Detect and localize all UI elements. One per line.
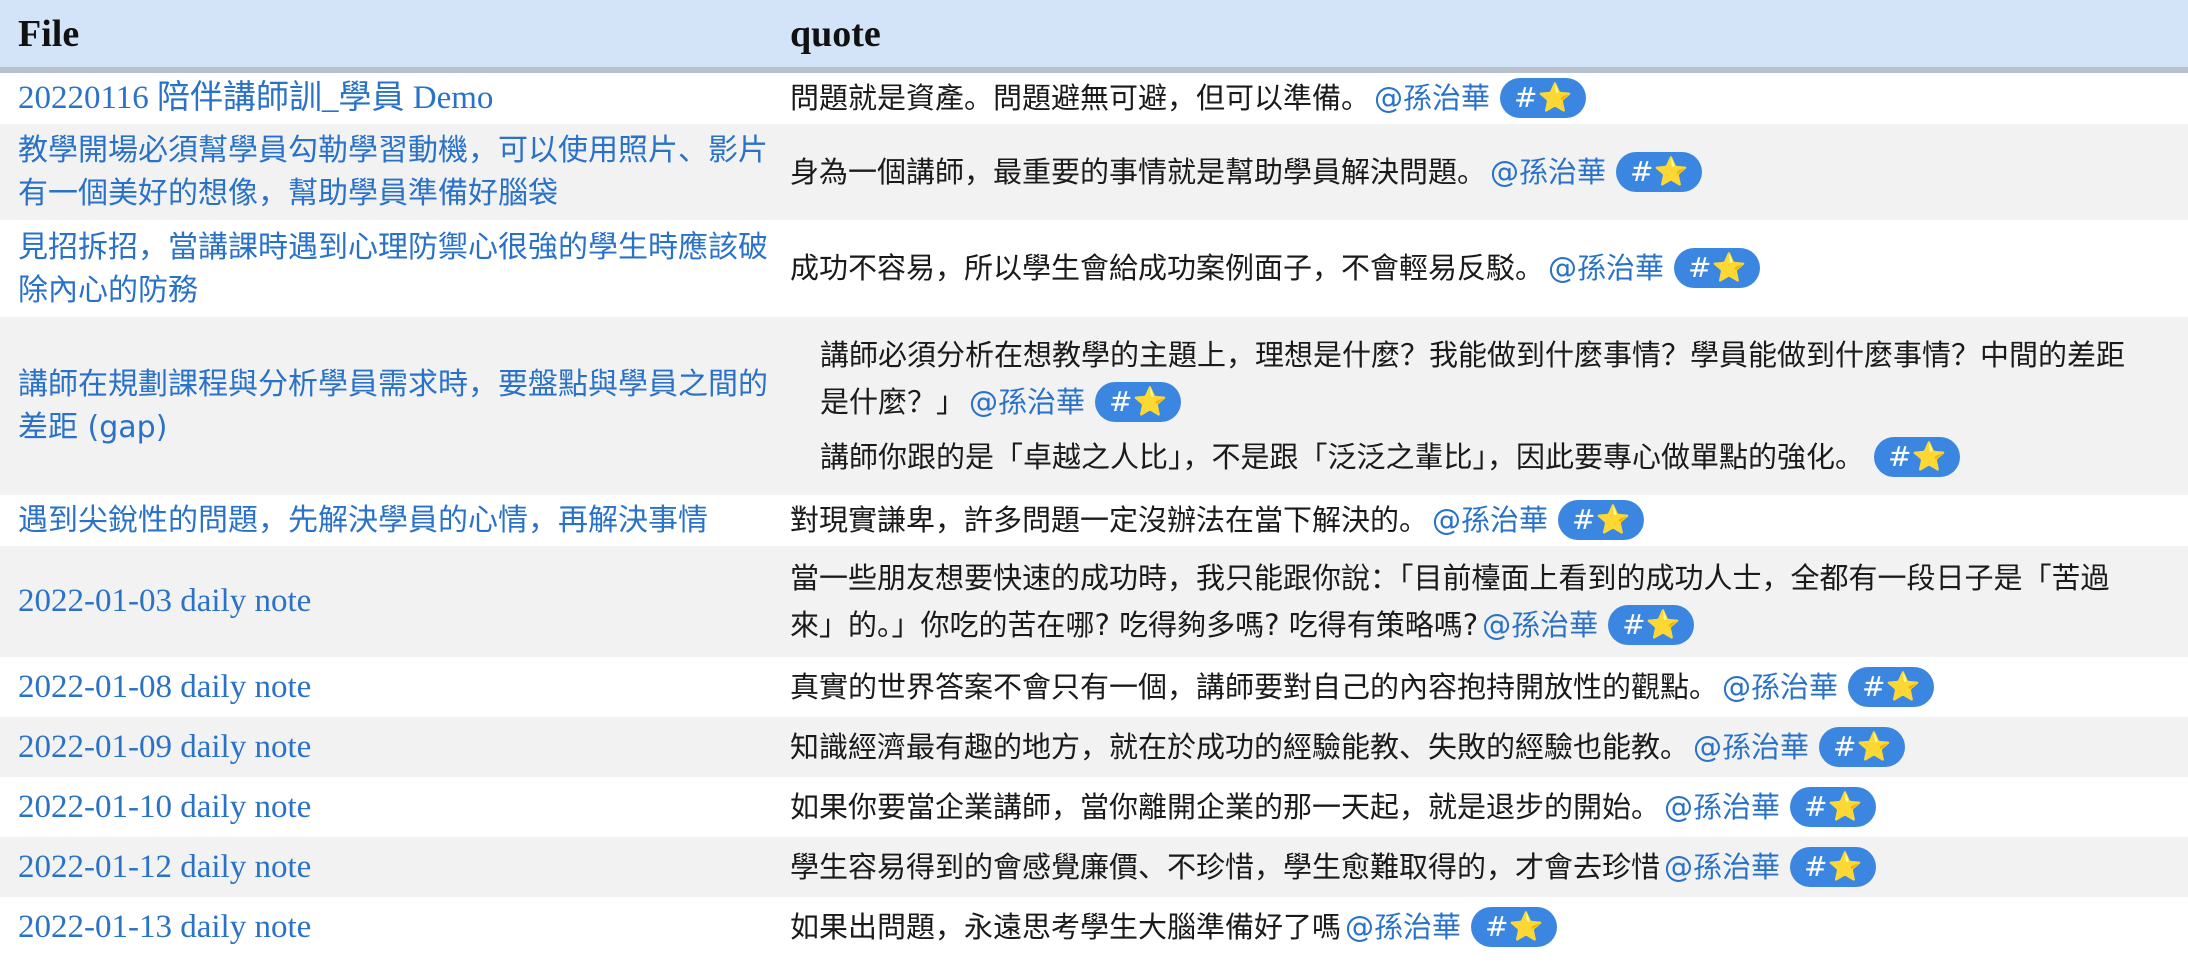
quote-text: 身為一個講師，最重要的事情就是幫助學員解決問題。 @孫治華 #⭐: [790, 149, 2148, 196]
mention-link[interactable]: @孫治華: [1432, 503, 1548, 537]
quote-text: 如果你要當企業講師，當你離開企業的那一天起，就是退步的開始。 @孫治華 #⭐: [790, 784, 2148, 831]
mention-link[interactable]: @孫治華: [1722, 670, 1838, 704]
mention-link[interactable]: @孫治華: [1374, 81, 1490, 115]
file-link[interactable]: 20220116 陪伴講師訓_學員 Demo: [18, 80, 493, 116]
file-link[interactable]: 2022-01-13 daily note: [18, 909, 311, 945]
star-tag[interactable]: #⭐: [1819, 726, 1906, 767]
quote-list: 講師必須分析在想教學的主題上，理想是什麼？我能做到什麼事情？學員能做到什麼事情？…: [790, 332, 2148, 481]
quote-text: 當一些朋友想要快速的成功時，我只能跟你說：「目前檯面上看到的成功人士，全都有一段…: [790, 555, 2148, 649]
file-link[interactable]: 2022-01-12 daily note: [18, 849, 311, 885]
star-tag[interactable]: #⭐: [1674, 248, 1761, 288]
quote-text: 對現實謙卑，許多問題一定沒辦法在當下解決的。 @孫治華 #⭐: [790, 497, 2148, 544]
star-tag[interactable]: #⭐: [1558, 500, 1645, 540]
star-tag[interactable]: #⭐: [1790, 846, 1877, 887]
quote-text: 講師你跟的是「卓越之人比」，不是跟「泛泛之輩比」，因此要專心做單點的強化。 #⭐: [820, 434, 2148, 481]
file-link[interactable]: 教學開場必須幫學員勾勒學習動機，可以使用照片、影片有一個美好的想像，幫助學員準備…: [18, 133, 768, 211]
file-link[interactable]: 2022-01-08 daily note: [18, 669, 311, 705]
star-tag[interactable]: #⭐: [1471, 906, 1558, 947]
star-tag[interactable]: #⭐: [1848, 666, 1935, 707]
table-row: 2022-01-13 daily note 如果出問題，永遠思考學生大腦準備好了…: [0, 897, 2188, 957]
quote-text: 問題就是資產。問題避無可避，但可以準備。 @孫治華 #⭐: [790, 75, 2148, 122]
table-row: 講師在規劃課程與分析學員需求時，要盤點與學員之間的差距 (gap) 講師必須分析…: [0, 317, 2188, 495]
mention-link[interactable]: @孫治華: [1664, 850, 1780, 884]
table-row: 2022-01-12 daily note 學生容易得到的會感覺廉價、不珍惜，學…: [0, 837, 2188, 897]
file-link[interactable]: 遇到尖銳性的問題，先解決學員的心情，再解決事情: [18, 503, 708, 538]
table-row: 遇到尖銳性的問題，先解決學員的心情，再解決事情 對現實謙卑，許多問題一定沒辦法在…: [0, 495, 2188, 546]
file-link[interactable]: 2022-01-03 daily note: [18, 583, 311, 619]
file-link[interactable]: 見招拆招，當講課時遇到心理防禦心很強的學生時應該破除內心的防務: [18, 230, 768, 308]
mention-link[interactable]: @孫治華: [1490, 155, 1606, 189]
quote-text: 如果出問題，永遠思考學生大腦準備好了嗎 @孫治華 #⭐: [790, 904, 2148, 951]
table-row: 2022-01-08 daily note 真實的世界答案不會只有一個，講師要對…: [0, 657, 2188, 717]
star-tag[interactable]: #⭐: [1874, 436, 1961, 477]
mention-link[interactable]: @孫治華: [1548, 251, 1664, 285]
mention-link[interactable]: @孫治華: [969, 385, 1085, 419]
dataview-table: File quote 20220116 陪伴講師訓_學員 Demo 問題就是資產…: [0, 0, 2188, 957]
quote-text: 真實的世界答案不會只有一個，講師要對自己的內容抱持開放性的觀點。 @孫治華 #⭐: [790, 664, 2148, 711]
star-tag[interactable]: #⭐: [1095, 381, 1182, 422]
mention-link[interactable]: @孫治華: [1345, 910, 1461, 944]
table-header: File quote: [0, 0, 2188, 73]
file-link[interactable]: 2022-01-09 daily note: [18, 729, 311, 765]
mention-link[interactable]: @孫治華: [1693, 730, 1809, 764]
table-row: 2022-01-03 daily note 當一些朋友想要快速的成功時，我只能跟…: [0, 546, 2188, 657]
table-row: 見招拆招，當講課時遇到心理防禦心很強的學生時應該破除內心的防務 成功不容易，所以…: [0, 220, 2188, 317]
file-link[interactable]: 2022-01-10 daily note: [18, 789, 311, 825]
table-row: 教學開場必須幫學員勾勒學習動機，可以使用照片、影片有一個美好的想像，幫助學員準備…: [0, 124, 2188, 220]
quote-text: 學生容易得到的會感覺廉價、不珍惜，學生愈難取得的，才會去珍惜 @孫治華 #⭐: [790, 844, 2148, 891]
table-row: 20220116 陪伴講師訓_學員 Demo 問題就是資產。問題避無可避，但可以…: [0, 73, 2188, 124]
star-tag[interactable]: #⭐: [1790, 786, 1877, 827]
star-tag[interactable]: #⭐: [1500, 78, 1587, 118]
column-header-quote[interactable]: quote: [790, 12, 2188, 56]
table-row: 2022-01-10 daily note 如果你要當企業講師，當你離開企業的那…: [0, 777, 2188, 837]
quote-text: 知識經濟最有趣的地方，就在於成功的經驗能教、失敗的經驗也能教。 @孫治華 #⭐: [790, 724, 2148, 771]
column-header-file[interactable]: File: [0, 12, 790, 56]
mention-link[interactable]: @孫治華: [1482, 608, 1598, 642]
quote-text: 成功不容易，所以學生會給成功案例面子，不會輕易反駁。 @孫治華 #⭐: [790, 245, 2148, 292]
star-tag[interactable]: #⭐: [1616, 151, 1703, 192]
table-row: 2022-01-09 daily note 知識經濟最有趣的地方，就在於成功的經…: [0, 717, 2188, 777]
star-tag[interactable]: #⭐: [1608, 604, 1695, 645]
file-link[interactable]: 講師在規劃課程與分析學員需求時，要盤點與學員之間的差距 (gap): [18, 367, 768, 445]
quote-text: 講師必須分析在想教學的主題上，理想是什麼？我能做到什麼事情？學員能做到什麼事情？…: [820, 332, 2148, 426]
mention-link[interactable]: @孫治華: [1664, 790, 1780, 824]
